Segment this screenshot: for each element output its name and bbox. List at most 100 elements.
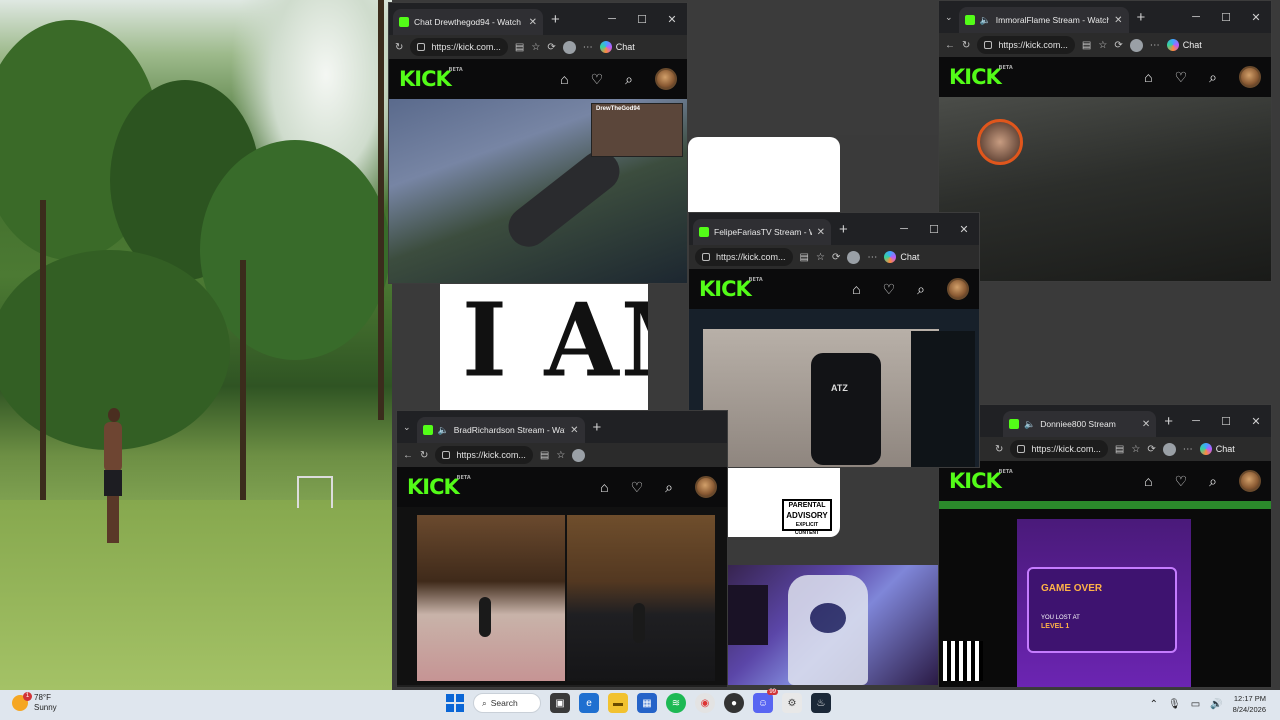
heart-icon[interactable]: ♡ (1175, 69, 1188, 86)
back-icon[interactable]: ← (945, 40, 955, 51)
browser-window-immoralflame[interactable]: ⌄ 🔈 ImmoralFlame Stream - Watch ✕ + ─ ☐ … (938, 0, 1272, 282)
extension-icon[interactable]: ⟳ (1114, 40, 1122, 51)
close-window-icon[interactable]: ✕ (1241, 11, 1271, 24)
kick-logo[interactable]: KICK BETA (699, 277, 763, 301)
favorite-star-icon[interactable]: ☆ (816, 252, 825, 263)
maximize-icon[interactable]: ☐ (919, 223, 949, 236)
edge-icon[interactable]: e (579, 693, 599, 713)
reader-icon[interactable]: ▤ (540, 450, 549, 461)
close-window-icon[interactable]: ✕ (657, 13, 687, 26)
task-view-icon[interactable]: ▣ (550, 693, 570, 713)
address-bar[interactable]: https://kick.com... (977, 36, 1075, 54)
browser-window-donniee800[interactable]: 🔈 Donniee800 Stream ✕ + ─ ☐ ✕ ↻ https://… (938, 404, 1272, 688)
close-tab-icon[interactable]: ✕ (1114, 15, 1122, 26)
browser-window-felipefariastv[interactable]: FelipeFariasTV Stream - Watc ✕ + ─ ☐ ✕ h… (688, 212, 980, 468)
spotify-icon[interactable]: ≋ (666, 693, 686, 713)
discord-icon[interactable]: ☺ 99 (753, 689, 778, 713)
new-tab-icon[interactable]: + (551, 11, 560, 28)
browser-window-bradrichardson[interactable]: ⌄ 🔈 BradRichardson Stream - Watc ✕ + ← ↻… (396, 410, 728, 688)
copilot-chat-button[interactable]: Chat (599, 41, 635, 53)
volume-icon[interactable]: 🔊 (1210, 699, 1222, 710)
file-explorer-icon[interactable]: ▬ (608, 693, 628, 713)
kick-logo[interactable]: KICK BETA (407, 475, 471, 499)
profile-icon[interactable] (572, 448, 586, 462)
minimize-icon[interactable]: ─ (1181, 415, 1211, 428)
search-icon[interactable]: ⌕ (917, 281, 925, 298)
weather-widget[interactable]: 1 78°F Sunny (12, 692, 57, 713)
user-avatar[interactable] (695, 476, 717, 498)
store-app-icon[interactable]: ▦ (637, 693, 657, 713)
start-button[interactable] (446, 694, 464, 712)
extension-icon[interactable]: ⟳ (547, 42, 555, 53)
reader-icon[interactable]: ▤ (515, 42, 524, 53)
network-icon[interactable]: ▭ (1191, 699, 1200, 710)
user-avatar[interactable] (947, 278, 969, 300)
more-icon[interactable]: ⋯ (583, 42, 593, 53)
obs-icon[interactable]: ● (724, 693, 744, 713)
new-tab-icon[interactable]: + (1137, 9, 1146, 26)
favorite-star-icon[interactable]: ☆ (531, 42, 540, 53)
minimize-icon[interactable]: ─ (889, 223, 919, 236)
extension-icon[interactable]: ⟳ (1147, 444, 1155, 455)
refresh-icon[interactable]: ↻ (962, 40, 970, 51)
profile-icon[interactable] (562, 40, 576, 54)
new-tab-icon[interactable]: + (593, 419, 602, 436)
kick-logo[interactable]: KICK BETA (399, 67, 463, 91)
address-bar[interactable]: https://kick.com... (410, 38, 508, 56)
favorite-star-icon[interactable]: ☆ (1131, 444, 1140, 455)
tab-list-chevron-icon[interactable]: ⌄ (945, 12, 953, 23)
close-tab-icon[interactable]: ✕ (817, 227, 825, 238)
stream-video[interactable]: GAME OVER YOU LOST AT LEVEL 1 (939, 501, 1271, 687)
stream-video[interactable] (689, 309, 979, 467)
kick-logo[interactable]: KICK BETA (949, 65, 1013, 89)
minimize-icon[interactable]: ─ (1181, 11, 1211, 24)
maximize-icon[interactable]: ☐ (1211, 415, 1241, 428)
favorite-star-icon[interactable]: ☆ (1098, 40, 1107, 51)
tab-list-chevron-icon[interactable]: ⌄ (403, 422, 411, 433)
profile-icon[interactable] (1162, 442, 1176, 456)
speaker-icon[interactable]: 🔈 (1024, 419, 1035, 430)
reader-icon[interactable]: ▤ (800, 252, 809, 263)
chrome-icon[interactable]: ◉ (695, 693, 715, 713)
store-icon[interactable]: ⌂ (560, 71, 568, 87)
taskbar-search[interactable]: ⌕ Search (473, 693, 541, 713)
store-icon[interactable]: ⌂ (1144, 473, 1152, 489)
profile-icon[interactable] (847, 250, 861, 264)
tab-bradrichardson[interactable]: 🔈 BradRichardson Stream - Watc ✕ (416, 417, 585, 443)
more-icon[interactable]: ⋯ (1183, 444, 1193, 455)
user-avatar[interactable] (1239, 66, 1261, 88)
search-icon[interactable]: ⌕ (665, 479, 673, 496)
user-avatar[interactable] (655, 68, 677, 90)
refresh-icon[interactable]: ↻ (395, 42, 403, 53)
more-icon[interactable]: ⋯ (1150, 40, 1160, 51)
store-icon[interactable]: ⌂ (1144, 69, 1152, 85)
more-icon[interactable]: ⋯ (867, 252, 877, 263)
heart-icon[interactable]: ♡ (883, 281, 896, 298)
copilot-chat-button[interactable]: Chat (1166, 39, 1202, 51)
store-icon[interactable]: ⌂ (600, 479, 608, 495)
address-bar[interactable]: https://kick.com... (1010, 440, 1108, 458)
reader-icon[interactable]: ▤ (1082, 40, 1091, 51)
stream-video[interactable] (397, 507, 727, 685)
chevron-up-icon[interactable]: ⌃ (1150, 699, 1158, 710)
new-tab-icon[interactable]: + (1164, 413, 1173, 430)
close-window-icon[interactable]: ✕ (1241, 415, 1271, 428)
speaker-icon[interactable]: 🔈 (980, 15, 991, 26)
address-bar[interactable]: https://kick.com... (695, 248, 793, 266)
browser-window-drewthegod94[interactable]: Chat Drewthegod94 - Watch ✕ + ─ ☐ ✕ ↻ ht… (388, 2, 688, 284)
close-window-icon[interactable]: ✕ (949, 223, 979, 236)
refresh-icon[interactable]: ↻ (995, 444, 1003, 455)
speaker-icon[interactable]: 🔈 (438, 425, 449, 436)
settings-gear-icon[interactable]: ⚙ (782, 693, 802, 713)
minimize-icon[interactable]: ─ (597, 13, 627, 26)
steam-icon[interactable]: ♨ (811, 693, 831, 713)
profile-icon[interactable] (1129, 38, 1143, 52)
maximize-icon[interactable]: ☐ (627, 13, 657, 26)
maximize-icon[interactable]: ☐ (1211, 11, 1241, 24)
copilot-chat-button[interactable]: Chat (1199, 443, 1235, 455)
back-icon[interactable]: ← (403, 450, 413, 461)
stream-video[interactable] (939, 97, 1271, 281)
extension-icon[interactable]: ⟳ (832, 252, 840, 263)
user-avatar[interactable] (1239, 470, 1261, 492)
tab-felipefariastv[interactable]: FelipeFariasTV Stream - Watc ✕ (693, 219, 831, 245)
